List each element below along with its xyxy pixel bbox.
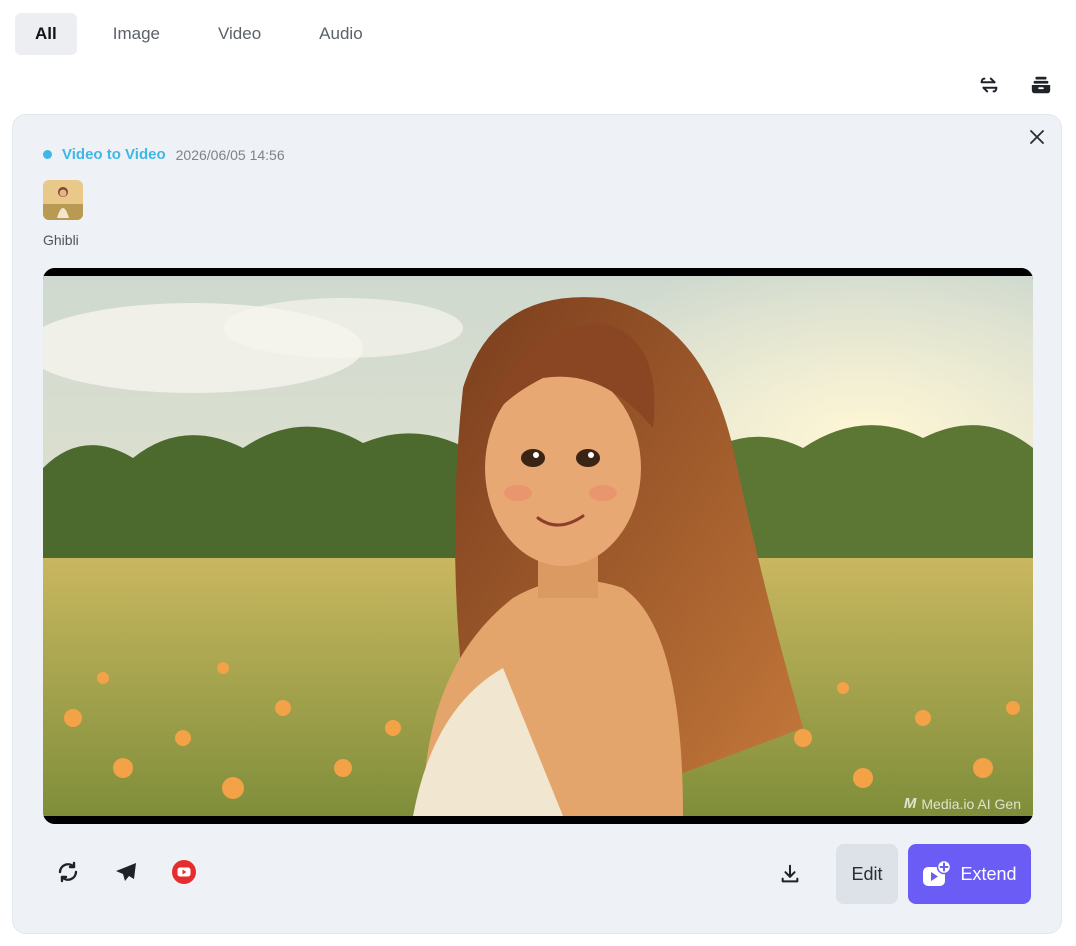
swap-icon[interactable] [976, 72, 1002, 98]
secondary-actions [55, 859, 197, 885]
generation-meta: Video to Video 2026/06/05 14:56 [43, 146, 285, 163]
style-label: Ghibli [43, 232, 79, 248]
tab-audio[interactable]: Audio [297, 13, 384, 55]
tab-all[interactable]: All [15, 13, 77, 55]
tab-video[interactable]: Video [196, 13, 283, 55]
source-thumbnail[interactable] [43, 180, 83, 220]
edit-button[interactable]: Edit [836, 844, 898, 904]
generation-type: Video to Video [62, 146, 166, 163]
watermark: M Media.io AI Gen [904, 795, 1021, 812]
youtube-icon[interactable] [171, 859, 197, 885]
download-icon[interactable] [776, 860, 804, 888]
generation-timestamp: 2026/06/05 14:56 [175, 146, 285, 163]
tab-image[interactable]: Image [91, 13, 182, 55]
media-io-logo: M [903, 795, 917, 812]
regenerate-icon[interactable] [55, 859, 81, 885]
status-dot [43, 150, 52, 159]
stack-icon[interactable] [1028, 72, 1054, 98]
close-icon[interactable] [1025, 125, 1049, 149]
generation-card: Video to Video 2026/06/05 14:56 Ghibli M… [12, 114, 1062, 934]
watermark-text: Media.io AI Gen [921, 795, 1021, 812]
extend-button[interactable]: Extend [908, 844, 1031, 904]
primary-actions: Edit Extend [776, 844, 1031, 904]
top-toolbar [976, 72, 1054, 98]
video-add-icon [923, 860, 952, 886]
video-preview[interactable]: M Media.io AI Gen [43, 268, 1033, 824]
send-icon[interactable] [113, 859, 139, 885]
extend-label: Extend [960, 863, 1017, 884]
media-type-tabs: All Image Video Audio [15, 13, 385, 55]
